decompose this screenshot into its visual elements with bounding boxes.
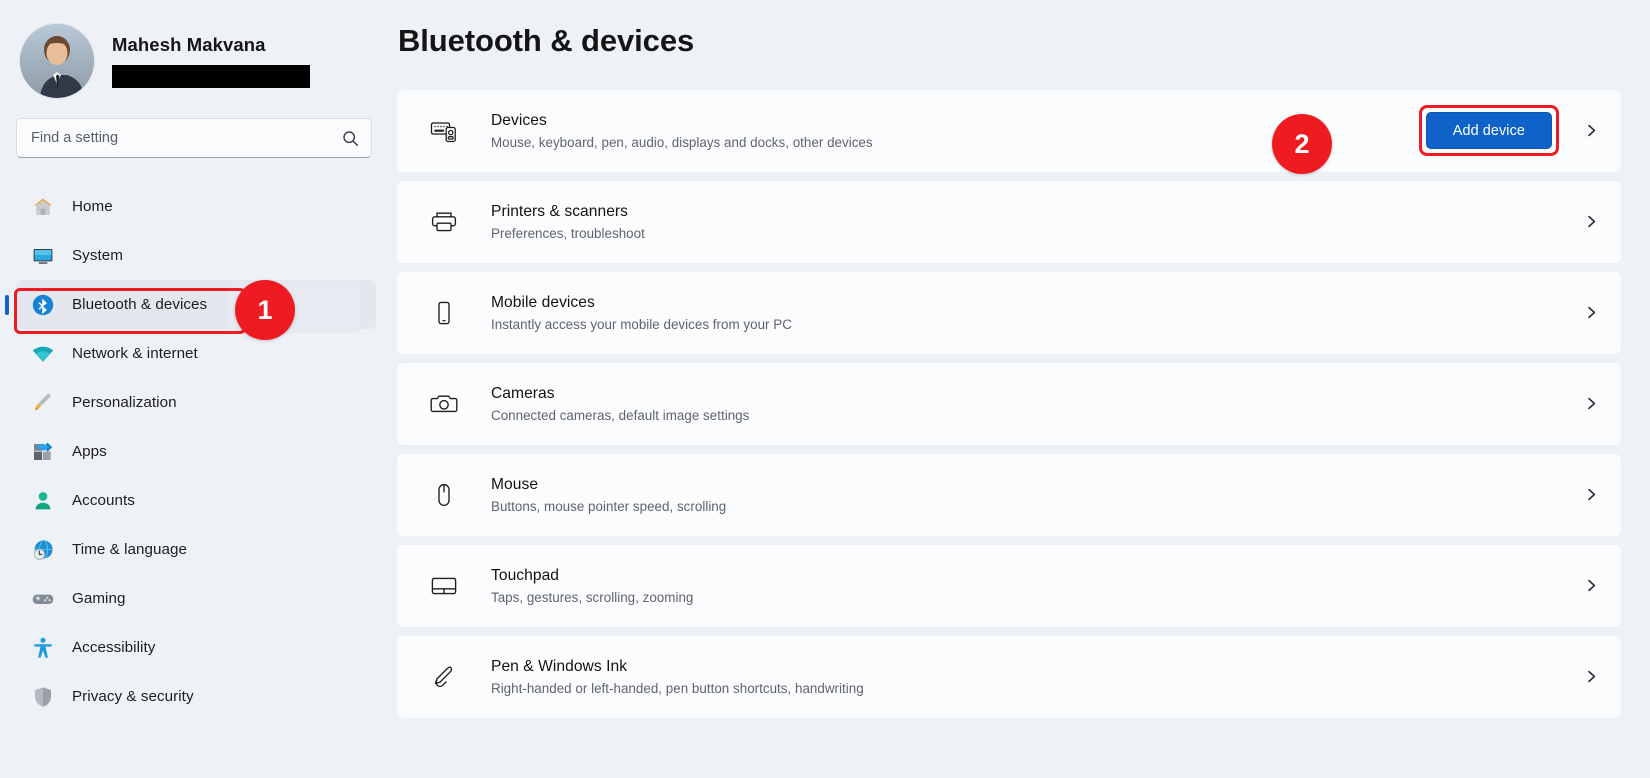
- search-box[interactable]: [16, 118, 372, 158]
- row-actions: [1581, 488, 1601, 501]
- devices-keyboard-icon: [427, 114, 461, 148]
- sidebar-item-accessibility[interactable]: Accessibility: [16, 623, 376, 672]
- sidebar-nav: Home System: [0, 182, 390, 721]
- sidebar-item-label: Personalization: [72, 394, 177, 411]
- settings-row-devices[interactable]: Devices Mouse, keyboard, pen, audio, dis…: [396, 89, 1622, 173]
- sidebar-item-label: Privacy & security: [72, 688, 194, 705]
- annotation-badge-1: 1: [235, 280, 295, 340]
- row-subtitle: Instantly access your mobile devices fro…: [491, 316, 1581, 334]
- row-text: Cameras Connected cameras, default image…: [491, 383, 1581, 425]
- add-device-button[interactable]: Add device: [1426, 112, 1552, 149]
- sidebar-item-label: Time & language: [72, 541, 187, 558]
- touchpad-icon: [427, 569, 461, 603]
- sidebar-item-network-internet[interactable]: Network & internet: [16, 329, 376, 378]
- row-text: Printers & scanners Preferences, trouble…: [491, 201, 1581, 243]
- sidebar-item-privacy-security[interactable]: Privacy & security: [16, 672, 376, 721]
- sidebar-item-label: Home: [72, 198, 113, 215]
- row-title: Pen & Windows Ink: [491, 656, 1581, 677]
- bluetooth-icon: [30, 292, 56, 318]
- sidebar-item-accounts[interactable]: Accounts: [16, 476, 376, 525]
- sidebar-item-label: Network & internet: [72, 345, 198, 362]
- printer-icon: [427, 205, 461, 239]
- row-subtitle: Connected cameras, default image setting…: [491, 407, 1581, 425]
- chevron-right-icon[interactable]: [1581, 488, 1601, 501]
- row-title: Printers & scanners: [491, 201, 1581, 222]
- phone-icon: [427, 296, 461, 330]
- avatar: [20, 24, 94, 98]
- row-text: Touchpad Taps, gestures, scrolling, zoom…: [491, 565, 1581, 607]
- row-subtitle: Buttons, mouse pointer speed, scrolling: [491, 498, 1581, 516]
- chevron-right-icon[interactable]: [1581, 215, 1601, 228]
- settings-row-printers-scanners[interactable]: Printers & scanners Preferences, trouble…: [396, 180, 1622, 264]
- row-title: Mobile devices: [491, 292, 1581, 313]
- sidebar-item-label: System: [72, 247, 123, 264]
- paintbrush-icon: [30, 390, 56, 416]
- sidebar-item-time-language[interactable]: Time & language: [16, 525, 376, 574]
- sidebar-item-label: Bluetooth & devices: [72, 296, 207, 313]
- search-icon[interactable]: [342, 130, 359, 147]
- settings-list: Devices Mouse, keyboard, pen, audio, dis…: [396, 89, 1634, 719]
- chevron-right-icon[interactable]: [1581, 397, 1601, 410]
- search-input[interactable]: [31, 119, 342, 157]
- apps-icon: [30, 439, 56, 465]
- add-device-highlight: Add device: [1419, 105, 1559, 156]
- sidebar-item-label: Accounts: [72, 492, 135, 509]
- clock-globe-icon: [30, 537, 56, 563]
- camera-icon: [427, 387, 461, 421]
- sidebar-item-label: Gaming: [72, 590, 125, 607]
- row-actions: [1581, 670, 1601, 683]
- chevron-right-icon[interactable]: [1581, 670, 1601, 683]
- sidebar: Mahesh Makvana Ho: [0, 0, 390, 778]
- row-title: Cameras: [491, 383, 1581, 404]
- wifi-icon: [30, 341, 56, 367]
- chevron-right-icon[interactable]: [1581, 579, 1601, 592]
- sidebar-item-label: Apps: [72, 443, 107, 460]
- row-text: Mouse Buttons, mouse pointer speed, scro…: [491, 474, 1581, 516]
- row-actions: [1581, 215, 1601, 228]
- profile-text: Mahesh Makvana: [112, 34, 310, 88]
- system-monitor-icon: [30, 243, 56, 269]
- settings-window: Mahesh Makvana Ho: [0, 0, 1650, 778]
- settings-row-mouse[interactable]: Mouse Buttons, mouse pointer speed, scro…: [396, 453, 1622, 537]
- sidebar-item-personalization[interactable]: Personalization: [16, 378, 376, 427]
- row-text: Mobile devices Instantly access your mob…: [491, 292, 1581, 334]
- row-text: Pen & Windows Ink Right-handed or left-h…: [491, 656, 1581, 698]
- sidebar-item-home[interactable]: Home: [16, 182, 376, 231]
- profile-email-redacted: [112, 65, 310, 88]
- pen-icon: [427, 660, 461, 694]
- settings-row-pen-windows-ink[interactable]: Pen & Windows Ink Right-handed or left-h…: [396, 635, 1622, 719]
- accessibility-person-icon: [30, 635, 56, 661]
- account-person-icon: [30, 488, 56, 514]
- home-icon: [30, 194, 56, 220]
- sidebar-item-system[interactable]: System: [16, 231, 376, 280]
- main-content: Bluetooth & devices: [390, 0, 1650, 778]
- chevron-right-icon[interactable]: [1581, 124, 1601, 137]
- profile-name: Mahesh Makvana: [112, 34, 310, 56]
- chevron-right-icon[interactable]: [1581, 306, 1601, 319]
- row-title: Touchpad: [491, 565, 1581, 586]
- gamepad-icon: [30, 586, 56, 612]
- settings-row-touchpad[interactable]: Touchpad Taps, gestures, scrolling, zoom…: [396, 544, 1622, 628]
- row-actions: Add device: [1419, 105, 1601, 156]
- page-title: Bluetooth & devices: [396, 0, 1634, 61]
- row-actions: [1581, 579, 1601, 592]
- sidebar-item-gaming[interactable]: Gaming: [16, 574, 376, 623]
- mouse-icon: [427, 478, 461, 512]
- settings-row-mobile-devices[interactable]: Mobile devices Instantly access your mob…: [396, 271, 1622, 355]
- row-actions: [1581, 306, 1601, 319]
- row-subtitle: Taps, gestures, scrolling, zooming: [491, 589, 1581, 607]
- settings-row-cameras[interactable]: Cameras Connected cameras, default image…: [396, 362, 1622, 446]
- row-subtitle: Preferences, troubleshoot: [491, 225, 1581, 243]
- annotation-badge-2: 2: [1272, 114, 1332, 174]
- row-actions: [1581, 397, 1601, 410]
- sidebar-item-label: Accessibility: [72, 639, 155, 656]
- row-title: Mouse: [491, 474, 1581, 495]
- row-subtitle: Right-handed or left-handed, pen button …: [491, 680, 1581, 698]
- user-profile[interactable]: Mahesh Makvana: [0, 18, 390, 104]
- selection-indicator: [5, 295, 9, 315]
- sidebar-item-apps[interactable]: Apps: [16, 427, 376, 476]
- shield-icon: [30, 684, 56, 710]
